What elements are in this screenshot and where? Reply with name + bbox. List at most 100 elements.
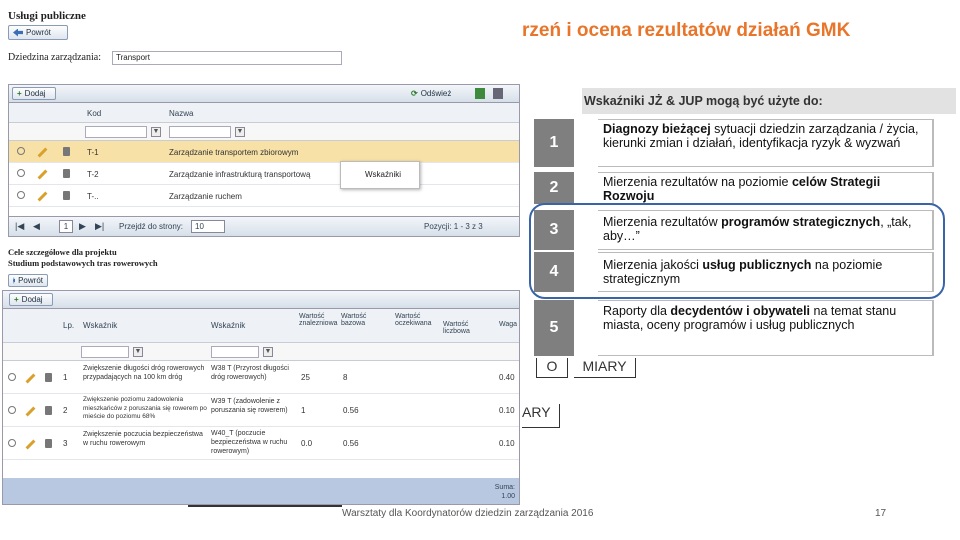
domains-grid: + Dodaj ⟳ Odśwież Kod Nazwa ▼ ▼ T-1 Zarz…	[8, 84, 520, 237]
col-weight[interactable]: Waga	[499, 321, 517, 328]
page-size-select[interactable]: 10	[191, 220, 225, 233]
back-button[interactable]: Powrót	[8, 25, 68, 40]
search-icon[interactable]	[17, 191, 25, 199]
filter-row: ▼ ▼	[3, 343, 519, 361]
row-value-known: 25	[301, 373, 310, 382]
page-input[interactable]: 1	[59, 220, 73, 233]
export-icon[interactable]	[493, 88, 503, 99]
domain-select[interactable]: Transport	[112, 51, 342, 65]
col-value-expected[interactable]: Wartość oczekiwana	[395, 313, 435, 327]
trash-icon[interactable]	[63, 147, 70, 156]
grid-header: Kod Nazwa	[9, 103, 519, 123]
panel-header: Wskaźniki JŻ & JUP mogą być użyte do:	[582, 88, 956, 114]
search-icon[interactable]	[8, 439, 16, 447]
edit-icon[interactable]	[25, 373, 36, 384]
arrow-left-icon	[13, 276, 16, 285]
table-row[interactable]: T-.. Zarządzanie ruchem	[9, 185, 519, 207]
add-label: Dodaj	[24, 89, 46, 98]
goal-filter-input[interactable]	[81, 346, 129, 358]
project-name-label: Studium podstawowych tras rowerowych	[8, 258, 158, 268]
grid-toolbar: + Dodaj	[3, 291, 519, 309]
row-name: Zarządzanie infrastrukturą transportową	[169, 170, 311, 179]
trash-icon[interactable]	[63, 169, 70, 178]
back-button[interactable]: Powrót	[8, 274, 48, 287]
item-text: Raporty dla decydentów i obywateli na te…	[598, 300, 934, 356]
edit-icon[interactable]	[37, 147, 48, 158]
row-value-base: 0.56	[343, 406, 359, 415]
goals-grid: + Dodaj Lp. Wskaźnik Wskaźnik Wartość zn…	[2, 290, 520, 505]
search-icon[interactable]	[17, 169, 25, 177]
code-filter-input[interactable]	[85, 126, 147, 138]
row-code: T-1	[87, 148, 99, 157]
col-code[interactable]: Kod	[87, 109, 101, 118]
edit-icon[interactable]	[37, 169, 48, 180]
col-lp[interactable]: Lp.	[63, 321, 74, 330]
col-indicator[interactable]: Wskaźnik	[211, 321, 245, 330]
stray-word: MIARY	[574, 358, 636, 378]
search-icon[interactable]	[17, 147, 25, 155]
arrow-left-icon	[13, 28, 23, 37]
refresh-label: Odśwież	[420, 89, 452, 98]
slide-footer: Warsztaty dla Koordynatorów dziedzin zar…	[342, 508, 594, 519]
col-value-known[interactable]: Wartość znalezniowa	[299, 313, 338, 327]
row-weight: 0.10	[499, 439, 515, 448]
edit-icon[interactable]	[37, 191, 48, 202]
row-weight: 0.10	[499, 406, 515, 415]
back-label: Powrót	[26, 28, 51, 37]
table-row[interactable]: 1 Zwiększenie długości dróg rowerowych p…	[3, 361, 519, 394]
row-value-base: 8	[343, 373, 348, 382]
prev-page-icon[interactable]: ◀	[33, 221, 40, 232]
filter-row: ▼ ▼	[9, 123, 519, 141]
row-lp: 2	[63, 406, 68, 415]
add-button[interactable]: + Dodaj	[9, 293, 53, 306]
grid-toolbar: + Dodaj ⟳ Odśwież	[9, 85, 519, 103]
indicator-filter-input[interactable]	[211, 346, 259, 358]
col-value-base[interactable]: Wartość bazowa	[341, 313, 377, 327]
row-value-base: 0.56	[343, 439, 359, 448]
row-goal: Zwiększenie długości dróg rowerowych prz…	[83, 365, 205, 381]
row-goal: Zwiększenie poziomu zadowolenia mieszkań…	[83, 396, 207, 420]
last-page-icon[interactable]: ▶|	[95, 221, 104, 232]
trash-icon[interactable]	[45, 439, 52, 448]
filter-icon[interactable]: ▼	[235, 127, 245, 137]
context-menu: Wskaźniki	[340, 161, 420, 189]
refresh-icon: ⟳	[411, 89, 418, 98]
trash-icon[interactable]	[45, 406, 52, 415]
row-value-known: 1	[301, 406, 306, 415]
domain-label: Dziedzina zarządzania:	[8, 52, 101, 63]
trash-icon[interactable]	[63, 191, 70, 200]
back-label: Powrót	[18, 276, 43, 285]
filter-icon[interactable]: ▼	[151, 127, 161, 137]
excel-icon[interactable]	[475, 88, 485, 99]
trash-icon[interactable]	[45, 373, 52, 382]
filter-icon[interactable]: ▼	[133, 347, 143, 357]
project-goals-label: Cele szczegółowe dla projektu	[8, 247, 117, 257]
goto-page-label: Przejdź do strony:	[119, 222, 184, 231]
filter-icon[interactable]: ▼	[263, 347, 273, 357]
row-goal: Zwiększenie poczucia bezpieczeństwa w ru…	[83, 431, 203, 447]
table-row[interactable]: T-2 Zarządzanie infrastrukturą transport…	[9, 163, 519, 185]
col-name[interactable]: Nazwa	[169, 109, 193, 118]
col-value-numeric[interactable]: Wartość liczbowa	[443, 321, 493, 335]
plus-icon: +	[14, 295, 19, 304]
table-row[interactable]: T-1 Zarządzanie transportem zbiorowym	[9, 141, 519, 163]
search-icon[interactable]	[8, 406, 16, 414]
item-text: Mierzenia rezultatów na poziomie celów S…	[598, 172, 934, 204]
indicators-menu-item[interactable]: Wskaźniki	[365, 170, 401, 179]
grid-header: Lp. Wskaźnik Wskaźnik Wartość znalezniow…	[3, 309, 519, 343]
add-label: Dodaj	[21, 295, 43, 304]
name-filter-input[interactable]	[169, 126, 231, 138]
table-row[interactable]: 3 Zwiększenie poczucia bezpieczeństwa w …	[3, 427, 519, 460]
search-icon[interactable]	[8, 373, 16, 381]
edit-icon[interactable]	[25, 439, 36, 450]
pager: |◀ ◀ 1 ▶ ▶| Przejdź do strony: 10 Pozycj…	[9, 216, 519, 236]
edit-icon[interactable]	[25, 406, 36, 417]
add-button[interactable]: + Dodaj	[12, 87, 56, 100]
next-page-icon[interactable]: ▶	[79, 221, 86, 232]
first-page-icon[interactable]: |◀	[15, 221, 24, 232]
sum-label: Suma:	[494, 484, 515, 491]
table-row[interactable]: 2 Zwiększenie poziomu zadowolenia mieszk…	[3, 394, 519, 427]
refresh-button[interactable]: ⟳ Odśwież	[411, 87, 451, 100]
row-weight: 0.40	[499, 373, 515, 382]
col-goal[interactable]: Wskaźnik	[83, 321, 117, 330]
